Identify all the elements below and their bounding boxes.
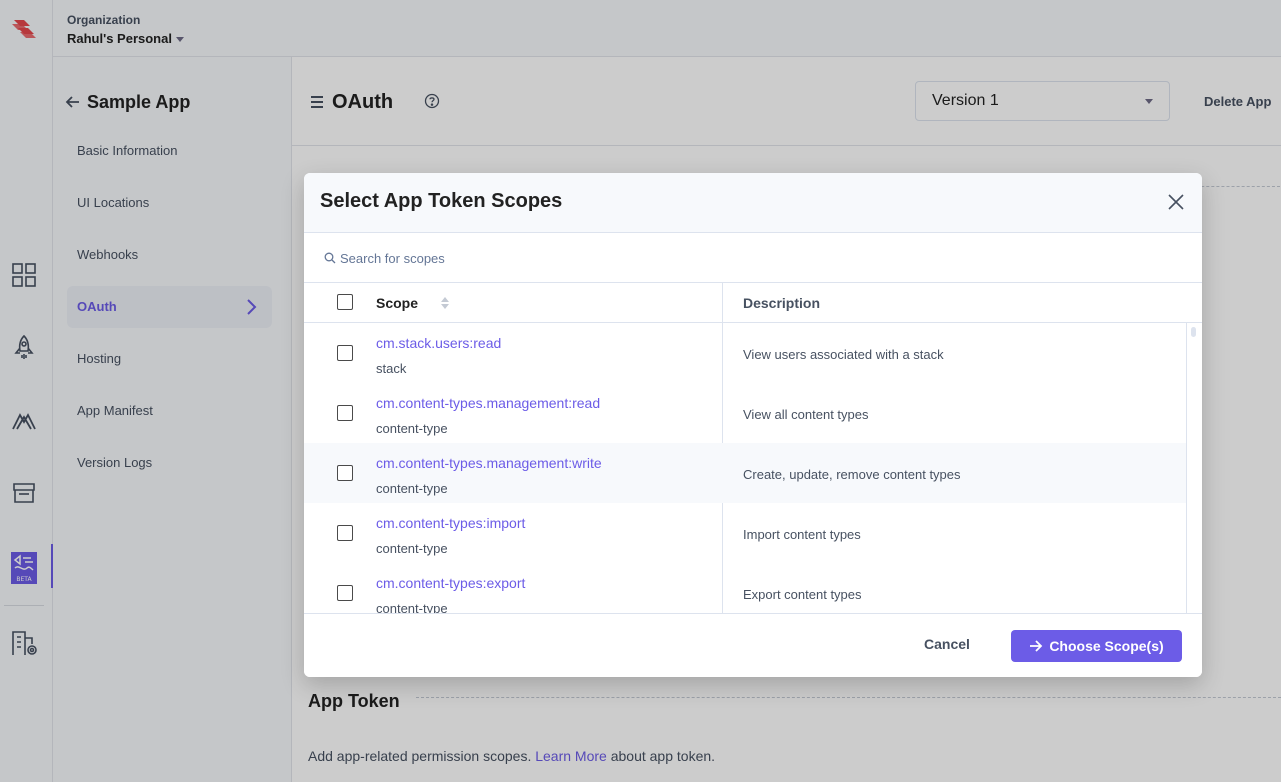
table-row[interactable]: cm.content-types.management:write conten… (304, 443, 1186, 503)
scope-name: cm.content-types:import (376, 515, 526, 531)
row-checkbox[interactable] (337, 525, 353, 541)
select-all-checkbox[interactable] (337, 294, 353, 310)
scope-description: View users associated with a stack (743, 347, 944, 362)
scope-name: cm.content-types:export (376, 575, 526, 591)
modal-header: Select App Token Scopes (304, 173, 1202, 233)
scope-description: Export content types (743, 587, 862, 602)
modal-title: Select App Token Scopes (320, 190, 563, 212)
search-icon (324, 252, 336, 264)
scope-type: content-type (376, 421, 448, 436)
scope-description: Create, update, remove content types (743, 467, 961, 482)
row-checkbox[interactable] (337, 405, 353, 421)
scope-name: cm.stack.users:read (376, 335, 502, 351)
column-header-scope[interactable]: Scope (376, 295, 418, 311)
cancel-button[interactable]: Cancel (916, 632, 978, 656)
scope-name: cm.content-types.management:write (376, 455, 602, 471)
close-icon[interactable] (1166, 192, 1186, 212)
choose-scopes-button[interactable]: Choose Scope(s) (1011, 630, 1182, 662)
arrow-right-icon (1030, 640, 1043, 652)
scrollbar-thumb[interactable] (1191, 327, 1196, 337)
table-row[interactable]: cm.content-types.management:read content… (304, 383, 1186, 443)
search-bar (304, 233, 1202, 283)
scope-type: stack (376, 361, 407, 376)
table-header: Scope Description (304, 283, 1202, 323)
row-checkbox[interactable] (337, 465, 353, 481)
choose-scopes-label: Choose Scope(s) (1049, 638, 1164, 654)
scope-type: content-type (376, 481, 448, 496)
select-scopes-modal: Select App Token Scopes Scope Descriptio… (304, 173, 1202, 677)
table-row[interactable]: cm.content-types:import content-type Imp… (304, 503, 1186, 563)
table-row[interactable]: cm.content-types:export content-type Exp… (304, 563, 1186, 613)
scope-type: content-type (376, 541, 448, 556)
table-row[interactable]: cm.stack.users:read stack View users ass… (304, 323, 1186, 383)
scope-name: cm.content-types.management:read (376, 395, 601, 411)
row-checkbox[interactable] (337, 345, 353, 361)
row-checkbox[interactable] (337, 585, 353, 601)
modal-footer: Cancel Choose Scope(s) (304, 613, 1202, 677)
scopes-table-body: cm.stack.users:read stack View users ass… (304, 323, 1186, 613)
scope-type: content-type (376, 601, 448, 613)
search-input[interactable] (340, 247, 840, 269)
scope-description: View all content types (743, 407, 869, 422)
scope-description: Import content types (743, 527, 861, 542)
sort-icon[interactable] (440, 295, 450, 311)
column-header-description: Description (743, 295, 821, 311)
table-scrollbar[interactable] (1186, 323, 1202, 613)
